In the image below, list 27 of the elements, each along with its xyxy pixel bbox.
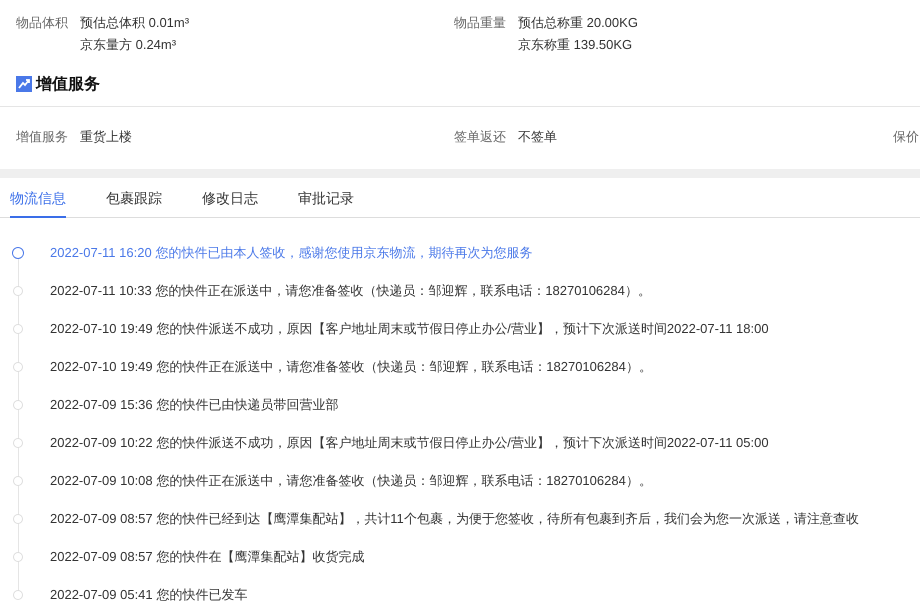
field-label: 签单返还 [454, 128, 506, 146]
timeline-event: 2022-07-09 08:57 您的快件在【鹰潭集配站】收货完成 [50, 548, 364, 566]
field-value: 京东量方 0.24m³ [80, 36, 178, 54]
field-label: 增值服务 [16, 128, 68, 146]
timeline-event: 2022-07-09 10:22 您的快件派送不成功，原因【客户地址周末或节假日停止办公/营业】，预计下次派送时间2022-07-11 05:00 [50, 434, 769, 452]
field-value: 不签单 [518, 128, 557, 146]
tab[interactable]: 物流信息 [10, 188, 66, 218]
field-value: 预估总称重 20.00KG [518, 14, 638, 32]
timeline-event: 2022-07-10 19:49 您的快件正在派送中，请您准备签收（快递员：邹迎辉，联系电话：18270106284）。 [50, 358, 652, 376]
trend-icon [16, 76, 32, 92]
timeline-event: 2022-07-09 08:57 您的快件已经到达【鹰潭集配站】，共计11个包裹，为便于您签收，待所有包裹到齐后，我们会为您一次派送，请注意查收 [50, 510, 859, 528]
field-value: 京东称重 139.50KG [518, 36, 634, 54]
tab[interactable]: 审批记录 [298, 188, 354, 218]
timeline-event: 2022-07-09 05:41 您的快件已发车 [50, 586, 248, 603]
timeline-event: 2022-07-10 19:49 您的快件派送不成功，原因【客户地址周末或节假日停止办公/营业】，预计下次派送时间2022-07-11 18:00 [50, 320, 769, 338]
section-title: 增值服务 [36, 74, 100, 94]
timeline-event: 2022-07-11 10:33 您的快件正在派送中，请您准备签收（快递员：邹迎辉，联系电话：18270106284）。 [50, 282, 651, 300]
field-value: 重货上楼 [80, 128, 132, 146]
tab[interactable]: 包裹跟踪 [106, 188, 162, 218]
field-value: 预估总体积 0.01m³ [80, 14, 190, 32]
timeline-event: 2022-07-09 15:36 您的快件已由快递员带回营业部 [50, 396, 338, 414]
tab[interactable]: 修改日志 [202, 188, 258, 218]
timeline-event: 2022-07-11 16:20 您的快件已由本人签收，感谢您使用京东物流，期待再次为您服务 [50, 244, 532, 262]
timeline-event: 2022-07-09 10:08 您的快件正在派送中，请您准备签收（快递员：邹迎辉，联系电话：18270106284）。 [50, 472, 652, 490]
field-label: 物品体积 [16, 14, 68, 32]
field-label: 保价 [893, 128, 919, 146]
field-label: 物品重量 [454, 14, 506, 32]
